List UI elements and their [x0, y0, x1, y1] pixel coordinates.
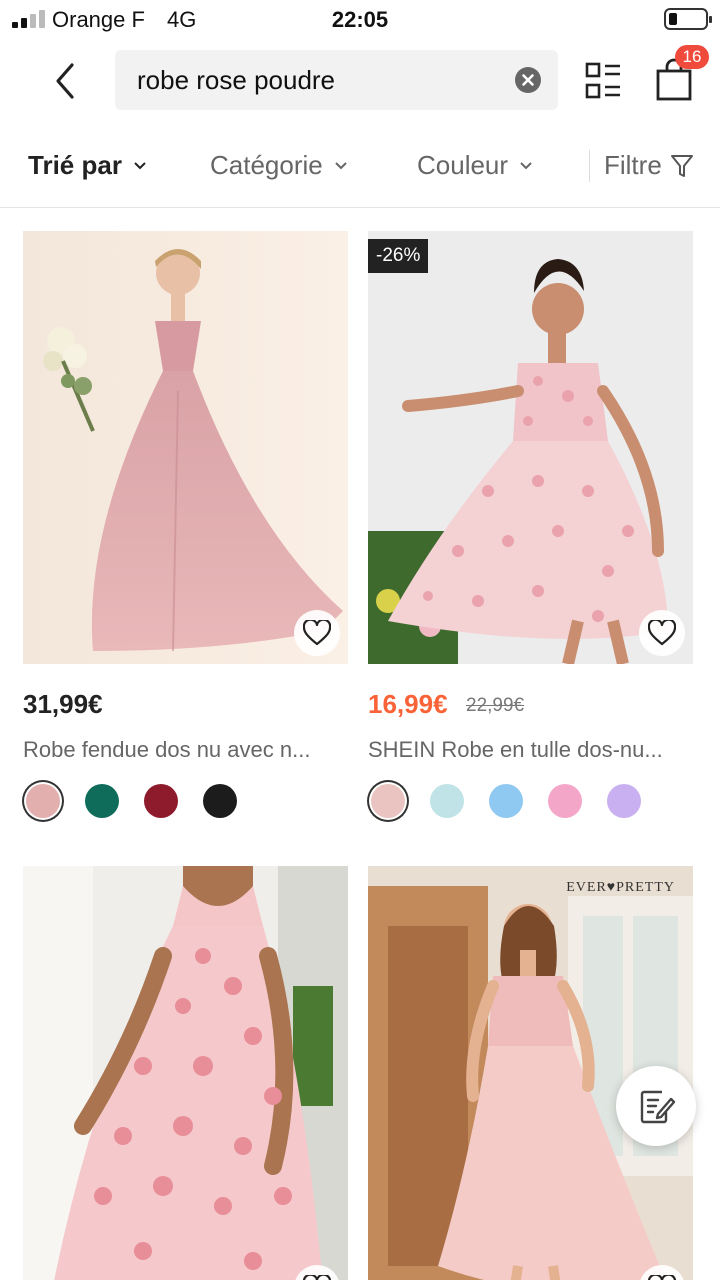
- cart-count-badge: 16: [675, 45, 709, 69]
- heart-icon: [303, 1275, 331, 1280]
- feedback-button[interactable]: [616, 1066, 696, 1146]
- color-swatch[interactable]: [548, 784, 582, 818]
- chevron-down-icon: [335, 161, 347, 169]
- search-query-text: robe rose poudre: [137, 65, 336, 95]
- product-card[interactable]: 31,99€ Robe fendue dos nu avec n...: [23, 231, 348, 831]
- heart-icon: [648, 1275, 676, 1280]
- filter-bar: Trié par Catégorie Couleur Filtre: [0, 124, 720, 208]
- filter-divider: [589, 150, 590, 182]
- heart-icon: [648, 620, 676, 646]
- edit-note-icon: [640, 1090, 676, 1124]
- color-dropdown[interactable]: Couleur: [417, 150, 534, 181]
- product-price: 31,99€: [23, 689, 103, 719]
- color-swatch[interactable]: [607, 784, 641, 818]
- product-image[interactable]: [23, 866, 348, 1280]
- clear-search-button[interactable]: [515, 67, 541, 93]
- color-label: Couleur: [417, 150, 509, 180]
- product-title[interactable]: Robe fendue dos nu avec n...: [23, 737, 348, 763]
- color-swatches: [368, 784, 693, 820]
- back-button[interactable]: [40, 56, 90, 106]
- color-swatch[interactable]: [144, 784, 178, 818]
- color-swatch[interactable]: [203, 784, 237, 818]
- search-header: robe rose poudre 16: [0, 40, 720, 124]
- product-title[interactable]: SHEIN Robe en tulle dos-nu...: [368, 737, 693, 763]
- sort-label: Trié par: [28, 150, 122, 180]
- discount-badge: -26%: [368, 239, 429, 273]
- category-dropdown[interactable]: Catégorie: [210, 150, 349, 181]
- view-toggle-button[interactable]: [585, 62, 623, 100]
- product-sale-price: 16,99€: [368, 689, 448, 719]
- status-time: 22:05: [331, 7, 389, 32]
- product-image[interactable]: -26%: [368, 231, 693, 664]
- funnel-icon: [670, 154, 693, 177]
- chevron-down-icon: [520, 161, 532, 169]
- filter-label: Filtre: [604, 150, 662, 180]
- product-card[interactable]: [23, 866, 348, 1280]
- color-swatch[interactable]: [371, 784, 405, 818]
- wishlist-button[interactable]: [639, 610, 685, 656]
- product-original-price: 22,99€: [466, 695, 525, 716]
- product-image[interactable]: [23, 231, 348, 664]
- color-swatch[interactable]: [85, 784, 119, 818]
- filter-button[interactable]: Filtre: [604, 150, 694, 181]
- clear-icon: [522, 74, 534, 86]
- search-input[interactable]: robe rose poudre: [115, 50, 558, 110]
- sort-dropdown[interactable]: Trié par: [28, 150, 148, 181]
- brand-mark: EVER♥PRETTY: [566, 880, 675, 895]
- wishlist-button[interactable]: [294, 610, 340, 656]
- color-swatch[interactable]: [430, 784, 464, 818]
- category-label: Catégorie: [210, 150, 323, 180]
- battery-icon: [664, 8, 712, 30]
- grid-view-icon: [585, 62, 620, 99]
- heart-icon: [303, 620, 331, 646]
- color-swatches: [23, 784, 348, 820]
- color-swatch[interactable]: [26, 784, 60, 818]
- status-bar: Orange F 4G 22:05: [0, 0, 720, 40]
- chevron-left-icon: [56, 63, 74, 99]
- product-card[interactable]: -26% 16,99€ 22,99€ SHEIN Robe en tulle d…: [368, 231, 693, 831]
- color-swatch[interactable]: [489, 784, 523, 818]
- chevron-down-icon: [134, 161, 146, 169]
